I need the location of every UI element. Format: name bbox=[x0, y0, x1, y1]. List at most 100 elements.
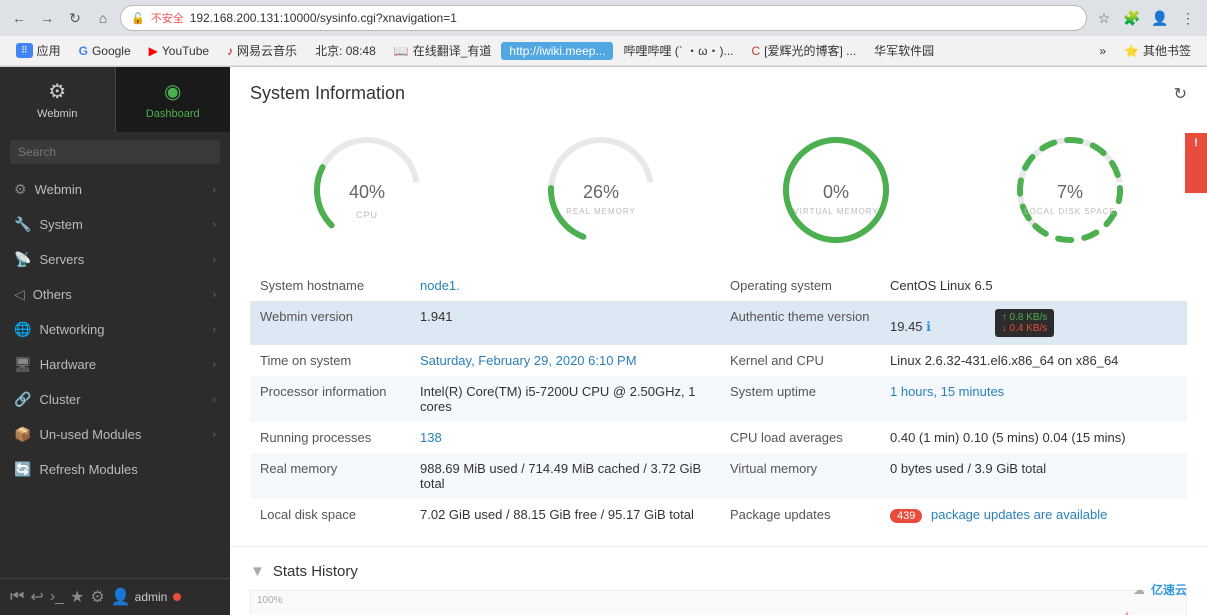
table-row: Local disk space 7.02 GiB used / 88.15 G… bbox=[250, 499, 1187, 530]
bookmark-google-label: Google bbox=[92, 44, 131, 58]
home-button[interactable]: ⌂ bbox=[92, 7, 114, 29]
processes-link[interactable]: 138 bbox=[420, 430, 442, 445]
sidebar-item-webmin[interactable]: ⚙ Webmin › bbox=[0, 172, 230, 207]
footer-settings-icon[interactable]: ⚙ bbox=[90, 587, 104, 607]
sidebar-webmin-logo[interactable]: ⚙ Webmin bbox=[0, 67, 116, 132]
back-button[interactable]: ← bbox=[8, 7, 30, 29]
cell-value: Intel(R) Core(TM) i5-7200U CPU @ 2.50GHz… bbox=[410, 376, 720, 422]
bookmark-apps-label: 应用 bbox=[37, 42, 61, 59]
sidebar-item-networking[interactable]: 🌐 Networking › bbox=[0, 312, 230, 347]
menu-button[interactable]: ⋮ bbox=[1177, 7, 1199, 29]
reload-button[interactable]: ↻ bbox=[64, 7, 86, 29]
cell-label2: System uptime bbox=[720, 376, 880, 422]
notification-badge[interactable]: ! bbox=[1185, 133, 1207, 193]
gauge-real-memory: 26% REAL MEMORY bbox=[541, 130, 661, 250]
forward-button[interactable]: → bbox=[36, 7, 58, 29]
package-updates-link[interactable]: package updates are available bbox=[931, 507, 1107, 522]
cell-label2: CPU load averages bbox=[720, 422, 880, 453]
cell-value2: 439 package updates are available bbox=[880, 499, 1187, 530]
watermark: ☁ 亿速云 bbox=[1133, 581, 1187, 598]
profile-button[interactable]: 👤 bbox=[1149, 7, 1171, 29]
webmin-icon: ⚙ bbox=[48, 79, 66, 104]
cell-label: Real memory bbox=[250, 453, 410, 499]
bookmark-youtube[interactable]: ▶ YouTube bbox=[141, 42, 217, 60]
sidebar-footer: ⏮ ↩ ›_ ★ ⚙ 👤 admin bbox=[0, 578, 230, 615]
address-bar[interactable]: 🔓 不安全 192.168.200.131:10000/sysinfo.cgi?… bbox=[120, 5, 1087, 31]
sidebar-item-refresh-modules[interactable]: 🔄 Refresh Modules bbox=[0, 452, 230, 487]
sidebar-item-others[interactable]: ◁ Others › bbox=[0, 277, 230, 312]
browser-titlebar: ← → ↻ ⌂ 🔓 不安全 192.168.200.131:10000/sysi… bbox=[0, 0, 1207, 36]
bookmark-huajun-label: 华军软件园 bbox=[874, 42, 934, 59]
bookmark-fanyi-label: 在线翻译_有道 bbox=[413, 42, 492, 59]
browser-chrome: ← → ↻ ⌂ 🔓 不安全 192.168.200.131:10000/sysi… bbox=[0, 0, 1207, 67]
bookmark-fanyi[interactable]: 📖 在线翻译_有道 bbox=[386, 40, 500, 61]
nav-label-webmin: Webmin bbox=[35, 182, 82, 197]
cell-value2: 1 hours, 15 minutes bbox=[880, 376, 1187, 422]
cell-value2: CentOS Linux 6.5 bbox=[880, 270, 1187, 301]
sidebar-item-servers[interactable]: 📡 Servers › bbox=[0, 242, 230, 277]
cell-value2: 0 bytes used / 3.9 GiB total bbox=[880, 453, 1187, 499]
cell-label: Local disk space bbox=[250, 499, 410, 530]
servers-arrow-icon: › bbox=[212, 254, 216, 266]
footer-star-icon[interactable]: ★ bbox=[70, 587, 84, 607]
net-up-speed: ↑ 0.8 KB/s bbox=[1002, 312, 1048, 323]
cell-label2: Package updates bbox=[720, 499, 880, 530]
google-icon: G bbox=[79, 44, 88, 58]
unused-modules-nav-icon: 📦 bbox=[14, 426, 31, 443]
bookmark-google[interactable]: G Google bbox=[71, 42, 139, 60]
footer-prev-icon[interactable]: ⏮ bbox=[10, 588, 24, 606]
cell-value: 1.941 bbox=[410, 301, 720, 345]
sidebar-dashboard-link[interactable]: ◉ Dashboard bbox=[116, 67, 231, 132]
nav-label-servers: Servers bbox=[39, 252, 84, 267]
bookmark-blog[interactable]: C [爱辉光的博客] ... bbox=[743, 40, 864, 61]
bookmark-bilibili[interactable]: 哔哩哔哩 (` ・ω・)... bbox=[615, 40, 741, 61]
svg-text:CPU: CPU bbox=[356, 210, 378, 220]
gauge-real-memory-svg: 26% REAL MEMORY bbox=[541, 130, 661, 250]
sidebar-item-system[interactable]: 🔧 System › bbox=[0, 207, 230, 242]
unused-arrow-icon: › bbox=[212, 429, 216, 441]
stats-toggle-icon[interactable]: ▼ bbox=[250, 563, 265, 580]
sidebar-item-hardware[interactable]: 🖥 Hardware › bbox=[0, 347, 230, 382]
sidebar-navigation: ⚙ Webmin › 🔧 System › 📡 Servers › bbox=[0, 172, 230, 578]
sidebar-item-cluster[interactable]: 🔗 Cluster › bbox=[0, 382, 230, 417]
hostname-link[interactable]: node1. bbox=[420, 278, 460, 293]
bookmark-huajun[interactable]: 华军软件园 bbox=[866, 40, 942, 61]
footer-undo-icon[interactable]: ↩ bbox=[30, 587, 43, 607]
bookmark-more[interactable]: » bbox=[1091, 42, 1114, 60]
bookmark-apps[interactable]: ⠿ 应用 bbox=[8, 40, 69, 61]
footer-terminal-icon[interactable]: ›_ bbox=[50, 588, 64, 606]
extensions-button[interactable]: 🧩 bbox=[1121, 7, 1143, 29]
bookmark-163[interactable]: ♪ 网易云音乐 bbox=[219, 40, 305, 61]
sidebar: ⚙ Webmin ◉ Dashboard ⚙ Webmin › 🔧 bbox=[0, 67, 230, 615]
footer-admin[interactable]: 👤 admin bbox=[111, 587, 168, 607]
uptime-link[interactable]: 1 hours, 15 minutes bbox=[890, 384, 1004, 399]
youtube-icon: ▶ bbox=[149, 44, 158, 58]
panel-refresh-button[interactable]: ↻ bbox=[1174, 84, 1187, 104]
chart-labels: 100% 50% bbox=[251, 591, 289, 615]
system-nav-icon: 🔧 bbox=[14, 216, 31, 233]
svg-text:VIRTUAL MEMORY: VIRTUAL MEMORY bbox=[793, 207, 878, 216]
table-row: Time on system Saturday, February 29, 20… bbox=[250, 345, 1187, 376]
bookmark-star[interactable]: ☆ bbox=[1093, 7, 1115, 29]
svg-text:26%: 26% bbox=[583, 182, 619, 202]
others-nav-icon: ◁ bbox=[14, 286, 25, 303]
nav-label-hardware: Hardware bbox=[40, 357, 96, 372]
cell-value: 138 bbox=[410, 422, 720, 453]
fanyi-icon: 📖 bbox=[394, 44, 409, 58]
time-link[interactable]: Saturday, February 29, 2020 6:10 PM bbox=[420, 353, 637, 368]
bookmark-iwiki[interactable]: http://iwiki.meep... bbox=[501, 42, 613, 60]
sidebar-item-unused-modules[interactable]: 📦 Un-used Modules › bbox=[0, 417, 230, 452]
bookmark-163-label: 网易云音乐 bbox=[237, 42, 297, 59]
security-label: 不安全 bbox=[151, 10, 184, 26]
net-down-speed: ↓ 0.4 KB/s bbox=[1002, 323, 1048, 334]
chart-area: 100% 50% bbox=[250, 590, 1187, 615]
info-icon[interactable]: ℹ bbox=[926, 319, 931, 334]
url-text: 192.168.200.131:10000/sysinfo.cgi?xnavig… bbox=[190, 11, 457, 25]
gauge-cpu-svg: 40% CPU bbox=[307, 130, 427, 250]
search-input[interactable] bbox=[10, 140, 220, 164]
bookmark-other[interactable]: ⭐ 其他书签 bbox=[1116, 40, 1199, 61]
info-table: System hostname node1. Operating system … bbox=[250, 270, 1187, 530]
bookmark-beijing[interactable]: 北京: 08:48 bbox=[307, 40, 384, 61]
cell-value: Saturday, February 29, 2020 6:10 PM bbox=[410, 345, 720, 376]
gauge-virtual-memory: 0% VIRTUAL MEMORY bbox=[776, 130, 896, 250]
